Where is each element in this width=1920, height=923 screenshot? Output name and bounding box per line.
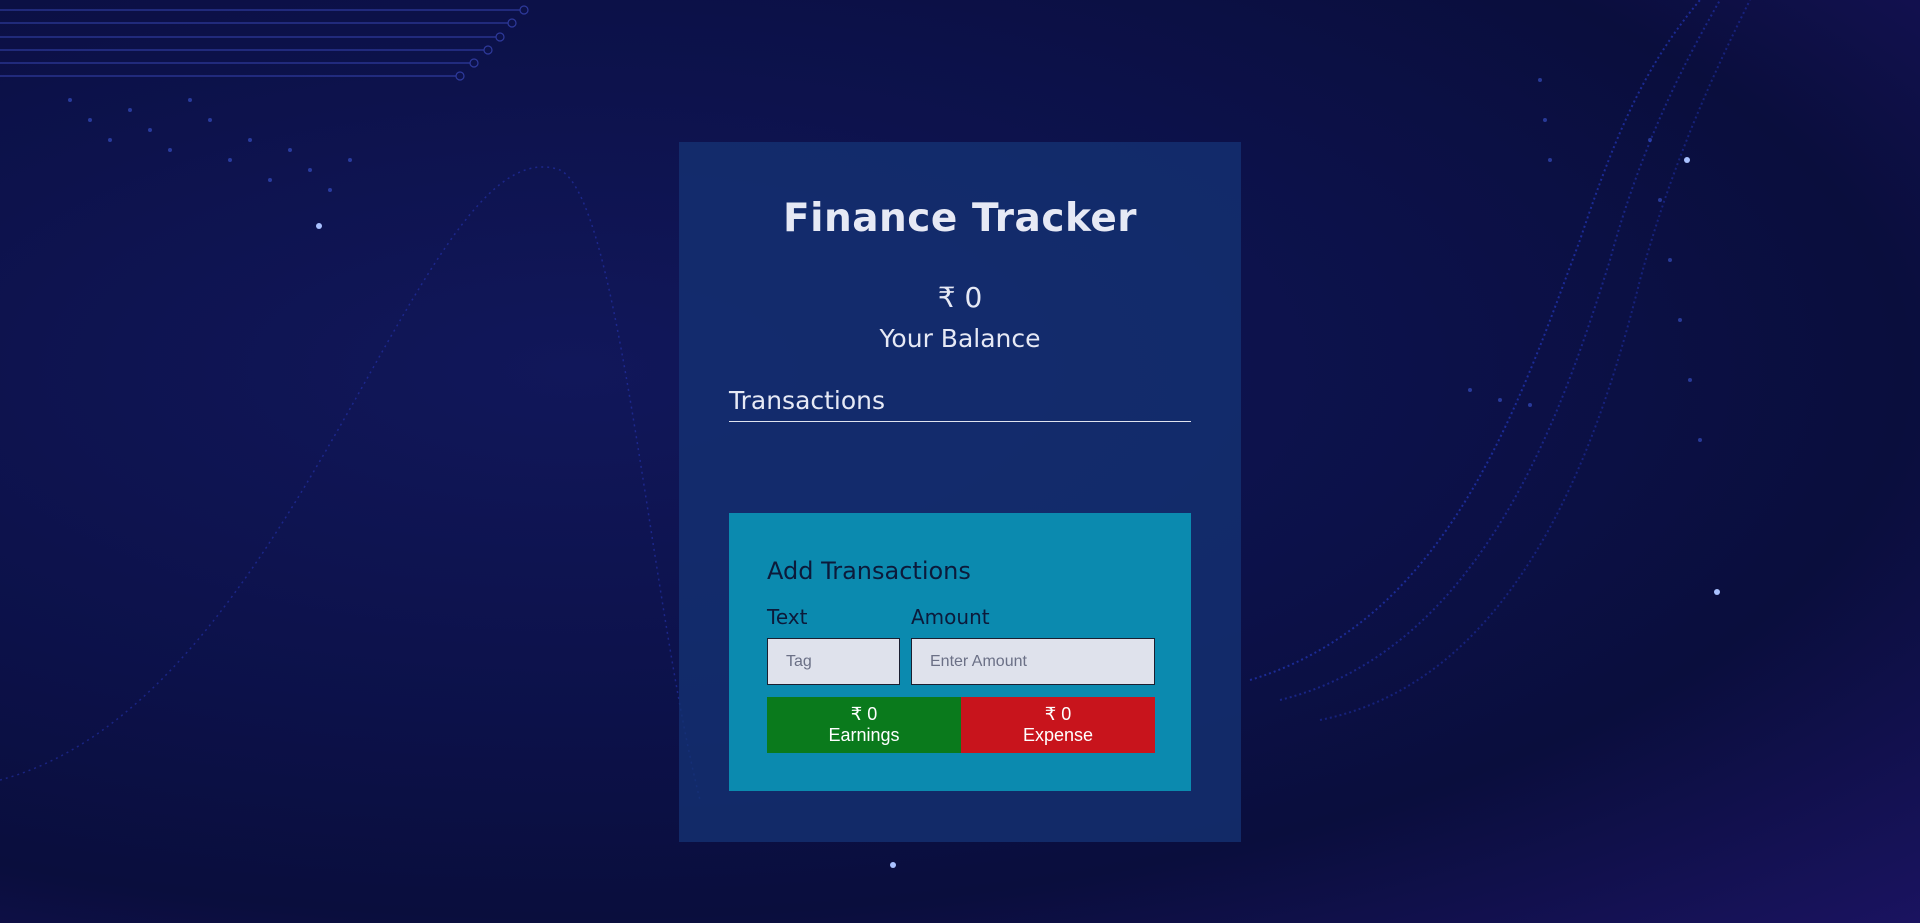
amount-label: Amount <box>911 605 990 629</box>
finance-tracker-card: Finance Tracker ₹ 0 Your Balance Transac… <box>679 142 1241 842</box>
add-transaction-panel: Add Transactions Text Amount ₹ 0 Earning… <box>729 513 1191 791</box>
earnings-amount: ₹ 0 <box>850 704 878 724</box>
balance-label: Your Balance <box>879 324 1041 353</box>
text-label: Text <box>767 605 808 629</box>
expense-label: Expense <box>1022 725 1094 745</box>
expense-amount: ₹ 0 <box>1044 704 1072 724</box>
app-title: Finance Tracker <box>782 196 1138 241</box>
earnings-button[interactable]: ₹ 0 Earnings <box>767 697 961 753</box>
amount-input[interactable] <box>911 638 1155 685</box>
earnings-label: Earnings <box>828 725 900 745</box>
tag-input[interactable] <box>767 638 900 685</box>
add-transaction-heading: Add Transactions <box>767 557 971 585</box>
balance-amount: ₹ 0 <box>937 281 983 314</box>
expense-button[interactable]: ₹ 0 Expense <box>961 697 1155 753</box>
transactions-heading: Transactions <box>729 386 1191 422</box>
